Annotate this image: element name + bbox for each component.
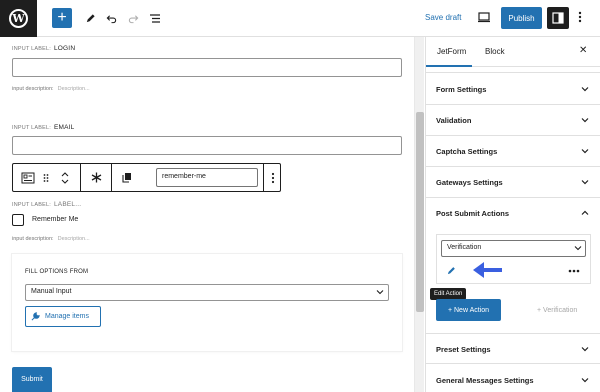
scrollbar-thumb[interactable] [416,112,424,312]
wordpress-logo[interactable]: W [0,0,37,37]
fill-options-select[interactable]: Manual Input [25,284,389,301]
checkbox-label[interactable]: LABEL... [54,201,81,208]
fill-options-value: Manual Input [31,288,72,295]
action-type-select[interactable]: Verification [441,240,586,257]
preview-icon[interactable] [477,10,491,26]
settings-sidebar-toggle[interactable] [547,7,569,29]
login-label[interactable]: LOGIN [54,45,75,52]
wordpress-icon: W [9,9,28,28]
block-options-kebab-icon[interactable] [264,164,281,191]
panel-post-submit-actions[interactable]: Post Submit Actions [426,198,600,229]
undo-icon[interactable] [104,11,118,25]
checkbox-description[interactable]: Description... [58,236,90,242]
post-submit-action-item: Verification [436,234,591,284]
fill-options-title: FILL OPTIONS FROM [25,269,89,275]
copy-icon[interactable] [117,164,137,191]
panel-title: Form Settings [436,85,487,94]
email-label[interactable]: EMAIL [54,124,75,131]
edit-pen-icon[interactable] [83,11,97,25]
sidebar-icon [552,12,564,24]
chevron-up-icon [581,209,589,219]
sidebar-divider [426,67,600,73]
fill-options-panel: FILL OPTIONS FROM Manual Input Manage it… [12,254,402,351]
redo-icon[interactable] [126,11,140,25]
panel-gateways-settings[interactable]: Gateways Settings [426,167,600,198]
settings-sidebar: JetForm Block ✕ Form Settings Validation… [425,37,600,392]
checkbox-description-row: input description: Description... [12,236,90,242]
chevron-down-icon [581,178,589,188]
chevron-down-icon [581,85,589,95]
move-up-down-icon[interactable] [55,164,75,191]
chevron-down-icon [376,288,384,298]
panel-captcha-settings[interactable]: Captcha Settings [426,136,600,167]
label-prefix: INPUT LABEL: [12,125,51,131]
chevron-down-icon [581,147,589,157]
remember-me-checkbox[interactable] [12,214,24,226]
annotation-arrow-icon [472,260,504,282]
chevron-down-icon [581,345,589,355]
tab-jetform[interactable]: JetForm [437,47,466,56]
panel-preset-settings[interactable]: Preset Settings [426,333,600,364]
desc-prefix: input description: [12,86,54,92]
close-icon[interactable]: ✕ [579,45,587,56]
panel-title: General Messages Settings [436,376,534,385]
editor-header: W + Save draft Publish [0,0,600,37]
add-verification-link[interactable]: + Verification [537,307,577,314]
field-name-input[interactable]: remember-me [156,168,258,187]
checkbox-label-row: INPUT LABEL: LABEL... [12,201,81,208]
panel-title: Gateways Settings [436,178,503,187]
panel-general-messages-settings[interactable]: General Messages Settings [426,365,600,392]
label-prefix: INPUT LABEL: [12,46,51,52]
required-asterisk-icon[interactable] [83,164,109,191]
list-view-icon[interactable] [148,11,162,25]
new-action-button[interactable]: + New Action [436,299,501,321]
login-input[interactable] [12,58,402,77]
add-block-button[interactable]: + [52,8,72,28]
chevron-down-icon [581,376,589,386]
panel-validation[interactable]: Validation [426,105,600,136]
panel-title: Post Submit Actions [436,209,510,218]
publish-button[interactable]: Publish [501,7,542,29]
email-input[interactable] [12,136,402,155]
wrench-icon [31,312,40,321]
manage-items-label: Manage items [45,313,89,320]
options-kebab-icon[interactable] [578,10,582,26]
manage-items-button[interactable]: Manage items [25,306,101,327]
panel-title: Validation [436,116,472,125]
label-prefix: INPUT LABEL: [12,202,51,208]
block-type-icon[interactable] [17,164,39,191]
sidebar-tabs: JetForm Block ✕ [426,37,600,67]
edit-action-pencil-icon[interactable] [447,266,456,277]
block-toolbar: remember-me [12,163,281,192]
drag-handle-icon[interactable] [39,164,53,191]
chevron-down-icon [581,116,589,126]
action-more-icon[interactable] [568,264,580,276]
chevron-down-icon [574,244,582,254]
email-label-row: INPUT LABEL: EMAIL [12,124,75,131]
tab-block[interactable]: Block [485,47,505,56]
panel-title: Captcha Settings [436,147,498,156]
login-description[interactable]: Description... [58,86,90,92]
panel-form-settings[interactable]: Form Settings [426,74,600,105]
action-type-value: Verification [447,244,482,251]
login-label-row: INPUT LABEL: LOGIN [12,45,75,52]
submit-button[interactable]: Submit [12,367,52,392]
save-draft-button[interactable]: Save draft [425,13,461,22]
remember-me-label[interactable]: Remember Me [32,216,78,223]
panel-title: Preset Settings [436,345,491,354]
login-description-row: input description: Description... [12,86,90,92]
canvas-scrollbar[interactable] [414,37,424,392]
desc-prefix: input description: [12,236,54,242]
